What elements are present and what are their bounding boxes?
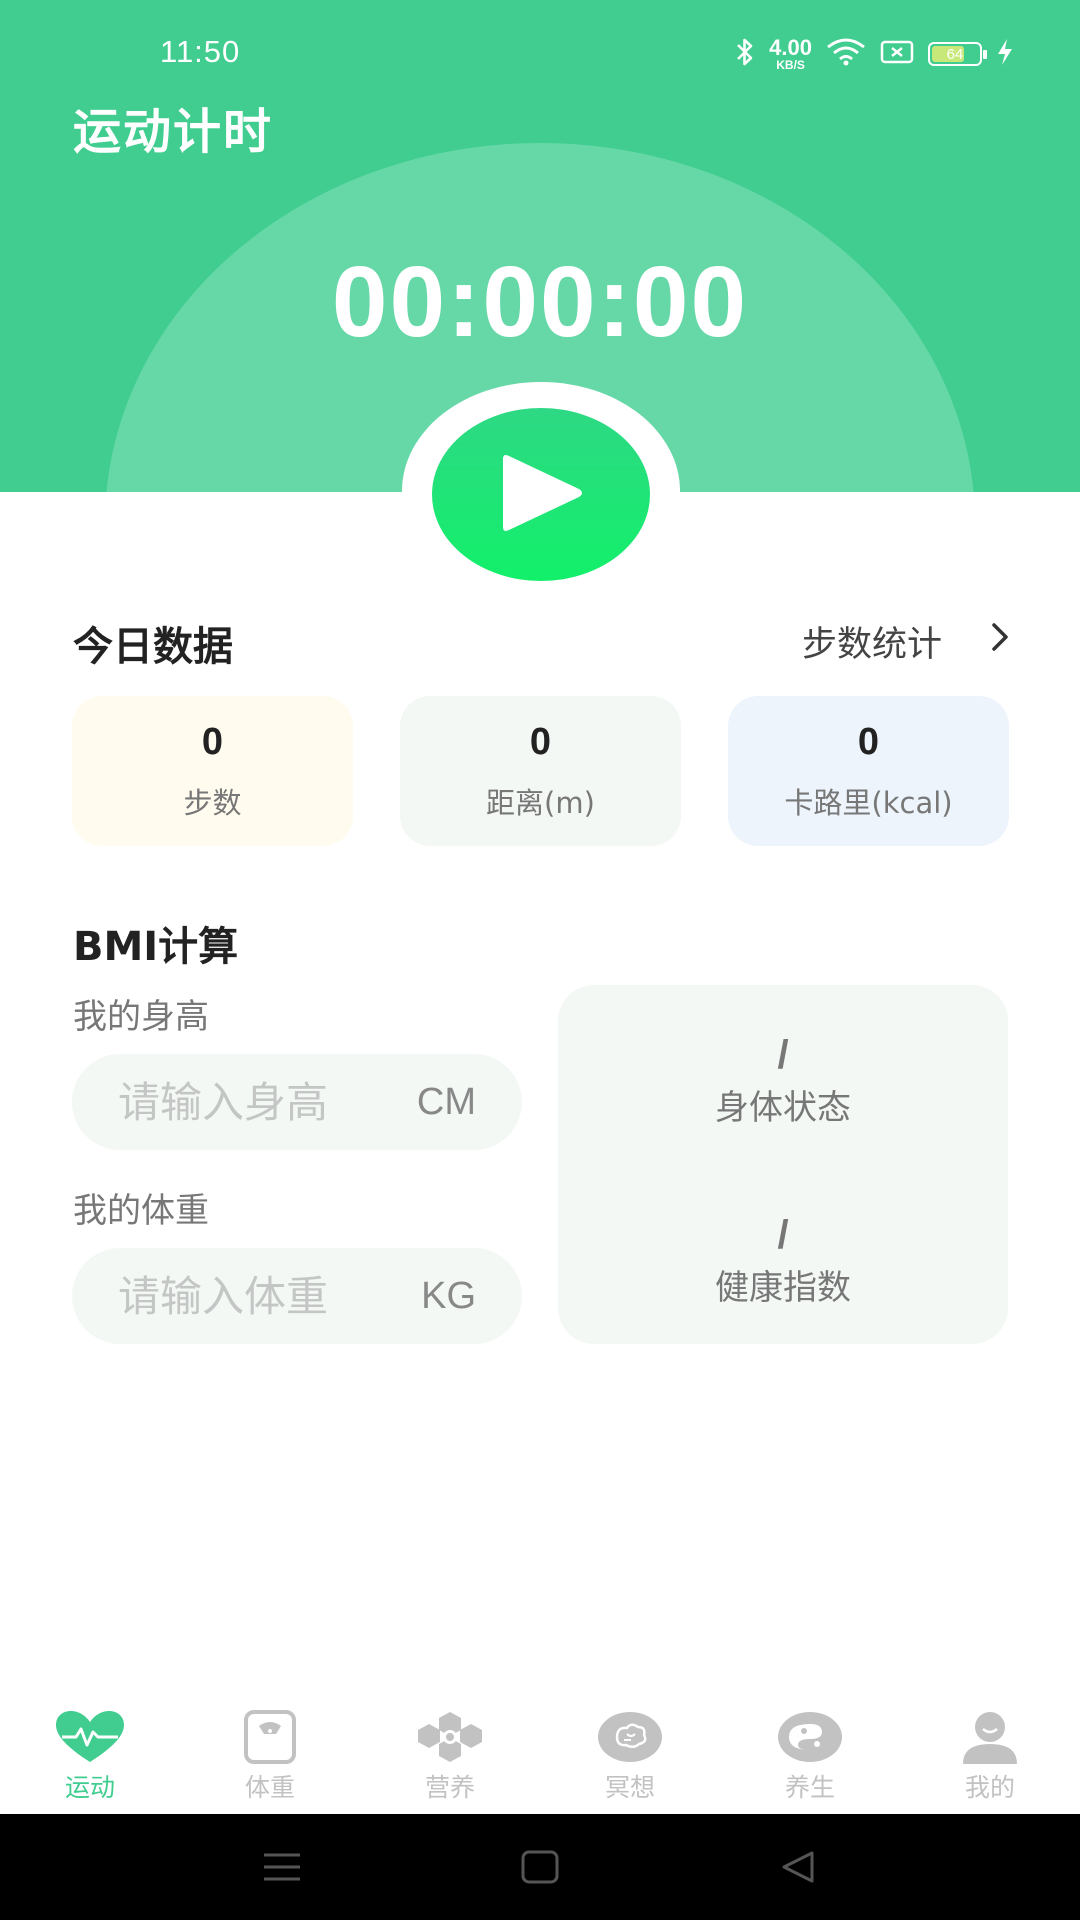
status-time: 11:50 <box>160 34 241 69</box>
health-index-value: / <box>777 1213 789 1257</box>
person-icon <box>954 1710 1026 1764</box>
weight-label: 我的体重 <box>73 1191 209 1231</box>
sim-icon <box>880 40 914 68</box>
bottom-nav: 运动 体重 营养 冥想 养生 我的 <box>0 1700 1080 1814</box>
bmi-title: BMI计算 <box>73 924 239 970</box>
nav-item-sport[interactable]: 运动 <box>0 1700 180 1814</box>
net-speed: 4.00 KB/S <box>769 35 812 72</box>
height-field: CM <box>72 1054 522 1150</box>
start-timer-button[interactable] <box>432 408 650 581</box>
steps-label: 步数 <box>183 785 242 820</box>
nav-item-wellness[interactable]: 养生 <box>720 1700 900 1814</box>
nav-label-mine: 我的 <box>964 1773 1015 1802</box>
net-speed-unit: KB/S <box>776 58 805 72</box>
distance-value: 0 <box>529 720 552 763</box>
battery-level: 64 <box>946 45 964 63</box>
menu-icon[interactable] <box>262 1847 302 1887</box>
play-icon <box>495 453 587 537</box>
today-cards: 0 步数 0 距离(m) 0 卡路里(kcal) <box>72 696 1009 846</box>
calories-card: 0 卡路里(kcal) <box>728 696 1009 846</box>
bluetooth-icon <box>735 37 755 71</box>
status-icons: 4.00 KB/S 64 <box>735 36 1014 72</box>
step-stats-label: 步数统计 <box>801 625 942 665</box>
step-stats-link[interactable]: 步数统计 <box>802 616 1010 667</box>
body-status: / 身体状态 <box>558 1033 1008 1129</box>
body-status-value: / <box>777 1033 789 1077</box>
yin-yang-icon <box>774 1710 846 1764</box>
steps-value: 0 <box>201 720 224 763</box>
calories-value: 0 <box>857 720 880 763</box>
body-status-label: 身体状态 <box>715 1088 851 1128</box>
system-nav-bar <box>0 1814 1080 1920</box>
charging-icon <box>996 38 1014 70</box>
nav-item-mine[interactable]: 我的 <box>900 1700 1080 1814</box>
calories-label: 卡路里(kcal) <box>784 785 953 820</box>
wifi-icon <box>826 38 866 70</box>
page-title: 运动计时 <box>73 104 274 160</box>
home-icon[interactable] <box>520 1847 560 1887</box>
weight-field: KG <box>72 1248 522 1344</box>
nav-label-sport: 运动 <box>64 1773 115 1802</box>
nav-label-meditation: 冥想 <box>604 1773 655 1802</box>
hexagon-cluster-icon <box>414 1710 486 1764</box>
steps-card: 0 步数 <box>72 696 353 846</box>
health-index: / 健康指数 <box>558 1213 1008 1309</box>
battery-icon: 64 <box>928 42 987 66</box>
heart-pulse-icon <box>54 1710 126 1764</box>
height-unit: CM <box>416 1080 476 1123</box>
health-index-label: 健康指数 <box>715 1268 851 1308</box>
nav-item-weight[interactable]: 体重 <box>180 1700 360 1814</box>
weight-input[interactable] <box>118 1271 388 1321</box>
net-speed-value: 4.00 <box>769 35 812 60</box>
nav-label-nutrition: 营养 <box>424 1773 475 1802</box>
distance-label: 距离(m) <box>486 785 595 820</box>
weight-unit: KG <box>421 1274 476 1317</box>
timer-display: 00:00:00 <box>331 246 749 358</box>
today-data-title: 今日数据 <box>73 624 233 670</box>
chevron-right-icon <box>990 621 1010 662</box>
nav-label-wellness: 养生 <box>784 1773 835 1802</box>
nav-label-weight: 体重 <box>244 1773 295 1802</box>
height-input[interactable] <box>118 1077 388 1127</box>
distance-card: 0 距离(m) <box>400 696 681 846</box>
brain-icon <box>594 1710 666 1764</box>
nav-item-nutrition[interactable]: 营养 <box>360 1700 540 1814</box>
back-icon[interactable] <box>778 1847 818 1887</box>
height-label: 我的身高 <box>73 997 209 1037</box>
bmi-result-panel: / 身体状态 / 健康指数 <box>558 985 1008 1344</box>
scale-icon <box>234 1710 306 1764</box>
nav-item-meditation[interactable]: 冥想 <box>540 1700 720 1814</box>
